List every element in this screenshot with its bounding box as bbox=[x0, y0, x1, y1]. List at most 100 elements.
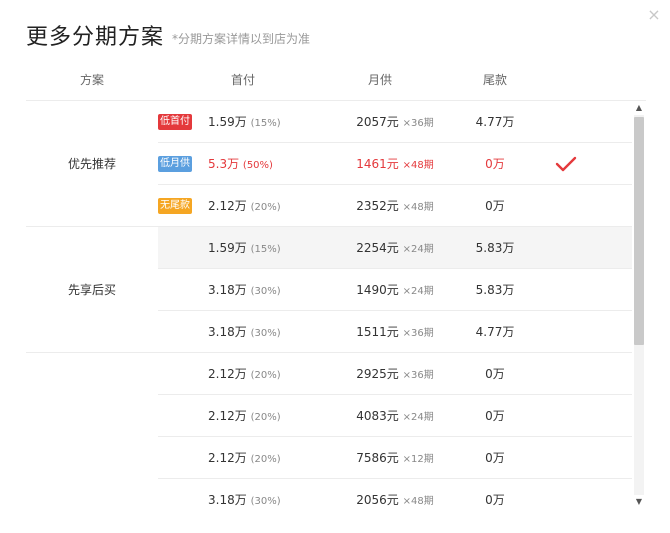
down-payment-amount: 2.12万 bbox=[208, 199, 247, 213]
monthly-amount: 1490元 bbox=[356, 283, 399, 297]
down-payment-amount: 5.3万 bbox=[208, 157, 240, 171]
down-payment-percent: (20%) bbox=[250, 202, 281, 213]
balloon-amount: 0万 bbox=[485, 451, 505, 465]
plan-row[interactable]: 2.12万 (20%) 7586元 ×12期 0万 bbox=[158, 437, 632, 479]
down-payment-amount: 2.12万 bbox=[208, 409, 247, 423]
column-header-down-payment: 首付 bbox=[230, 73, 255, 87]
down-payment-percent: (15%) bbox=[250, 118, 281, 129]
down-payment-cell: 3.18万 (30%) bbox=[208, 311, 318, 353]
monthly-term: ×36期 bbox=[402, 118, 434, 129]
balloon-cell: 0万 bbox=[460, 437, 530, 479]
balloon-cell: 0万 bbox=[460, 353, 530, 395]
monthly-amount: 4083元 bbox=[356, 409, 399, 423]
monthly-cell: 1461元 ×48期 bbox=[340, 143, 450, 185]
balloon-amount: 0万 bbox=[485, 409, 505, 423]
down-payment-percent: (30%) bbox=[250, 496, 281, 507]
plan-row[interactable]: 低首付 1.59万 (15%) 2057元 ×36期 4.77万 bbox=[158, 101, 632, 143]
tag-low-monthly: 低月供 bbox=[158, 156, 192, 172]
balloon-cell: 5.83万 bbox=[460, 269, 530, 311]
down-payment-percent: (30%) bbox=[250, 328, 281, 339]
monthly-term: ×48期 bbox=[402, 496, 434, 507]
balloon-cell: 5.83万 bbox=[460, 227, 530, 269]
monthly-term: ×36期 bbox=[402, 370, 434, 381]
scroll-down-icon[interactable]: ▼ bbox=[632, 495, 646, 509]
monthly-amount: 7586元 bbox=[356, 451, 399, 465]
down-payment-percent: (20%) bbox=[250, 412, 281, 423]
monthly-term: ×24期 bbox=[402, 412, 434, 423]
down-payment-amount: 2.12万 bbox=[208, 367, 247, 381]
monthly-cell: 2352元 ×48期 bbox=[340, 185, 450, 227]
down-payment-amount: 2.12万 bbox=[208, 451, 247, 465]
down-payment-amount: 3.18万 bbox=[208, 283, 247, 297]
plan-row[interactable]: 无尾款 2.12万 (20%) 2352元 ×48期 0万 bbox=[158, 185, 632, 227]
balloon-cell: 0万 bbox=[460, 479, 530, 509]
tag-low-down-payment: 低首付 bbox=[158, 114, 192, 130]
balloon-amount: 0万 bbox=[485, 157, 505, 171]
dialog-subtitle: *分期方案详情以到店为准 bbox=[172, 32, 311, 46]
down-payment-cell: 2.12万 (20%) bbox=[208, 185, 318, 227]
monthly-cell: 2056元 ×48期 bbox=[340, 479, 450, 509]
down-payment-percent: (20%) bbox=[250, 370, 281, 381]
monthly-term: ×48期 bbox=[402, 160, 434, 171]
column-header-plan: 方案 bbox=[79, 73, 104, 87]
down-payment-cell: 5.3万 (50%) bbox=[208, 143, 318, 185]
down-payment-percent: (30%) bbox=[250, 286, 281, 297]
monthly-term: ×48期 bbox=[402, 202, 434, 213]
monthly-cell: 2254元 ×24期 bbox=[340, 227, 450, 269]
monthly-amount: 2925元 bbox=[356, 367, 399, 381]
balloon-cell: 0万 bbox=[460, 185, 530, 227]
monthly-amount: 2352元 bbox=[356, 199, 399, 213]
monthly-cell: 2925元 ×36期 bbox=[340, 353, 450, 395]
balloon-cell: 4.77万 bbox=[460, 101, 530, 143]
plan-row[interactable]: 3.18万 (30%) 2056元 ×48期 0万 bbox=[158, 479, 632, 509]
group-label-enjoy-first: 先享后买 bbox=[67, 283, 116, 297]
balloon-amount: 5.83万 bbox=[475, 241, 515, 255]
monthly-amount: 1511元 bbox=[356, 325, 399, 339]
group-label-recommended: 优先推荐 bbox=[67, 157, 116, 171]
scrollbar-thumb[interactable] bbox=[634, 117, 644, 345]
vertical-scrollbar[interactable]: ▲ ▼ bbox=[632, 101, 646, 509]
plan-row[interactable]: 2.12万 (20%) 4083元 ×24期 0万 bbox=[158, 395, 632, 437]
balloon-cell: 0万 bbox=[460, 395, 530, 437]
plan-row[interactable]: 3.18万 (30%) 1490元 ×24期 5.83万 bbox=[158, 269, 632, 311]
balloon-amount: 0万 bbox=[485, 367, 505, 381]
down-payment-amount: 1.59万 bbox=[208, 115, 247, 129]
monthly-amount: 1461元 bbox=[356, 157, 399, 171]
down-payment-amount: 3.18万 bbox=[208, 493, 247, 507]
down-payment-amount: 1.59万 bbox=[208, 241, 247, 255]
monthly-term: ×36期 bbox=[402, 328, 434, 339]
monthly-amount: 2254元 bbox=[356, 241, 399, 255]
balloon-cell: 0万 bbox=[460, 143, 530, 185]
plan-table-body: 优先推荐 先享后买 低首付 1.59万 (15%) 2057元 ×36期 4.7… bbox=[0, 101, 632, 509]
balloon-amount: 5.83万 bbox=[475, 283, 515, 297]
close-icon[interactable]: × bbox=[645, 6, 663, 24]
balloon-amount: 0万 bbox=[485, 199, 505, 213]
plan-row[interactable]: 1.59万 (15%) 2254元 ×24期 5.83万 bbox=[158, 227, 632, 269]
monthly-term: ×24期 bbox=[402, 244, 434, 255]
monthly-cell: 4083元 ×24期 bbox=[340, 395, 450, 437]
column-header-monthly: 月供 bbox=[367, 73, 392, 87]
scroll-up-icon[interactable]: ▲ bbox=[632, 101, 646, 115]
plan-row[interactable]: 2.12万 (20%) 2925元 ×36期 0万 bbox=[158, 353, 632, 395]
down-payment-cell: 2.12万 (20%) bbox=[208, 437, 318, 479]
plan-row[interactable]: 3.18万 (30%) 1511元 ×36期 4.77万 bbox=[158, 311, 632, 353]
plan-row-selected[interactable]: 低月供 5.3万 (50%) 1461元 ×48期 0万 bbox=[158, 143, 632, 185]
balloon-amount: 4.77万 bbox=[475, 325, 515, 339]
tag-no-balloon: 无尾款 bbox=[158, 198, 192, 214]
balloon-amount: 0万 bbox=[485, 493, 505, 507]
monthly-cell: 1490元 ×24期 bbox=[340, 269, 450, 311]
down-payment-cell: 1.59万 (15%) bbox=[208, 227, 318, 269]
down-payment-percent: (15%) bbox=[250, 244, 281, 255]
down-payment-cell: 3.18万 (30%) bbox=[208, 479, 318, 509]
dialog-title: 更多分期方案 bbox=[26, 25, 165, 50]
down-payment-percent: (50%) bbox=[242, 160, 273, 171]
monthly-cell: 7586元 ×12期 bbox=[340, 437, 450, 479]
monthly-cell: 1511元 ×36期 bbox=[340, 311, 450, 353]
monthly-term: ×12期 bbox=[402, 454, 434, 465]
down-payment-cell: 2.12万 (20%) bbox=[208, 353, 318, 395]
dialog-header: 更多分期方案 *分期方案详情以到店为准 × bbox=[0, 0, 670, 70]
down-payment-percent: (20%) bbox=[250, 454, 281, 465]
monthly-cell: 2057元 ×36期 bbox=[340, 101, 450, 143]
monthly-amount: 2057元 bbox=[356, 115, 399, 129]
monthly-amount: 2056元 bbox=[356, 493, 399, 507]
